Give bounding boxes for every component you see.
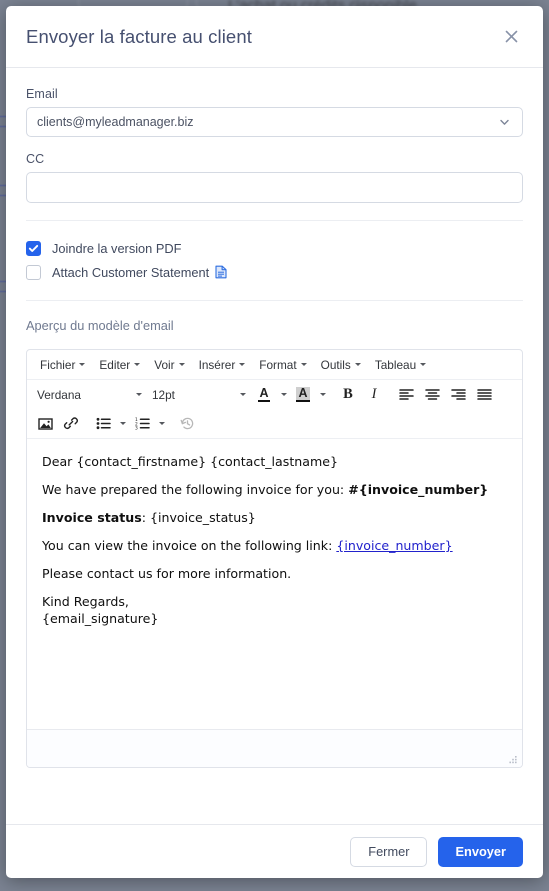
- cc-field-group: CC: [26, 152, 523, 203]
- italic-icon[interactable]: I: [361, 383, 387, 406]
- close-icon[interactable]: [496, 22, 526, 52]
- chevron-down-icon: [354, 363, 361, 366]
- menu-voir-label: Voir: [154, 357, 175, 372]
- email-select[interactable]: clients@myleadmanager.biz: [26, 107, 523, 137]
- menu-inserer[interactable]: Insérer: [192, 355, 253, 375]
- invoice-link[interactable]: {invoice_number}: [336, 538, 452, 553]
- chevron-down-icon: [498, 116, 511, 129]
- editor-toolbar-row-1: Verdana 12pt A A B I: [27, 380, 522, 409]
- checkbox-attach-pdf[interactable]: [26, 240, 41, 256]
- editor-toolbar-row-2: 1 2 3: [27, 409, 522, 439]
- send-invoice-dialog: Envoyer la facture au client Email clien…: [6, 6, 543, 878]
- body-status-value: : {invoice_status}: [141, 510, 256, 525]
- image-icon[interactable]: [32, 412, 58, 435]
- font-size-select[interactable]: 12pt: [147, 385, 251, 405]
- document-icon[interactable]: [215, 265, 227, 279]
- menu-format[interactable]: Format: [252, 355, 313, 375]
- option-attach-pdf[interactable]: Joindre la version PDF: [26, 237, 523, 259]
- body-signoff: Kind Regards,: [42, 594, 129, 609]
- menu-voir[interactable]: Voir: [147, 355, 191, 375]
- menu-outils-label: Outils: [320, 357, 351, 372]
- chevron-down-icon: [79, 363, 86, 366]
- chevron-down-icon: [420, 363, 427, 366]
- email-label: Email: [26, 87, 58, 101]
- attachment-options: Joindre la version PDF Attach Customer S…: [26, 221, 523, 283]
- rich-text-editor: Fichier Editer Voir Insérer Format Outil…: [26, 349, 523, 768]
- bullet-list-icon[interactable]: [90, 412, 116, 435]
- body-greeting: Dear {contact_firstname} {contact_lastna…: [42, 454, 339, 469]
- editor-status-bar: [27, 729, 522, 767]
- menu-format-label: Format: [259, 357, 297, 372]
- align-left-icon[interactable]: [393, 383, 419, 406]
- link-icon[interactable]: [58, 412, 84, 435]
- background-color-chevron-down-icon[interactable]: [316, 383, 329, 406]
- chevron-down-icon: [239, 363, 246, 366]
- body-invoice-line: We have prepared the following invoice f…: [42, 481, 507, 498]
- resize-grip-icon[interactable]: [507, 752, 518, 764]
- text-color-chevron-down-icon[interactable]: [277, 383, 290, 406]
- menu-tableau-label: Tableau: [374, 357, 417, 372]
- chevron-down-icon: [178, 363, 185, 366]
- send-button[interactable]: Envoyer: [438, 836, 523, 867]
- option-attach-statement[interactable]: Attach Customer Statement: [26, 261, 523, 283]
- body-signature: {email_signature}: [42, 611, 159, 626]
- menu-tableau[interactable]: Tableau: [368, 355, 433, 375]
- option-attach-statement-label: Attach Customer Statement: [52, 264, 210, 280]
- align-center-icon[interactable]: [419, 383, 445, 406]
- text-color-icon[interactable]: A: [251, 383, 277, 406]
- chevron-down-icon: [134, 363, 141, 366]
- email-body-content[interactable]: Dear {contact_firstname} {contact_lastna…: [27, 439, 522, 729]
- chevron-down-icon: [136, 393, 142, 396]
- background-color-icon[interactable]: A: [290, 383, 316, 406]
- numbered-list-icon[interactable]: 1 2 3: [129, 412, 155, 435]
- menu-inserer-label: Insérer: [198, 357, 236, 372]
- body-status-line: Invoice status: {invoice_status}: [42, 509, 507, 526]
- body-invoice-prefix: We have prepared the following invoice f…: [42, 482, 349, 497]
- menu-editer[interactable]: Editer: [92, 355, 147, 375]
- body-status-label: Invoice status: [42, 510, 142, 525]
- chevron-down-icon: [240, 393, 246, 396]
- svg-text:3: 3: [135, 426, 138, 430]
- checkbox-attach-statement[interactable]: [26, 264, 41, 280]
- close-button[interactable]: Fermer: [350, 836, 428, 867]
- dialog-footer: Fermer Envoyer: [6, 824, 543, 878]
- menu-fichier[interactable]: Fichier: [33, 355, 92, 375]
- email-field-group: Email clients@myleadmanager.biz: [26, 87, 523, 137]
- menu-fichier-label: Fichier: [40, 357, 76, 372]
- option-attach-pdf-label: Joindre la version PDF: [52, 240, 182, 256]
- dialog-header: Envoyer la facture au client: [6, 6, 543, 68]
- body-link-prefix: You can view the invoice on the followin…: [42, 538, 337, 553]
- email-value: clients@myleadmanager.biz: [37, 115, 194, 129]
- body-link-line: You can view the invoice on the followin…: [42, 537, 507, 554]
- menu-outils[interactable]: Outils: [314, 355, 368, 375]
- body-invoice-number: #{invoice_number}: [348, 482, 489, 497]
- font-size-value: 12pt: [152, 387, 175, 402]
- menu-editer-label: Editer: [99, 357, 131, 372]
- bullet-list-chevron-down-icon[interactable]: [116, 412, 129, 435]
- cc-label: CC: [26, 152, 45, 166]
- align-right-icon[interactable]: [445, 383, 471, 406]
- chevron-down-icon: [300, 363, 307, 366]
- editor-menubar: Fichier Editer Voir Insérer Format Outil…: [27, 350, 522, 380]
- dialog-title: Envoyer la facture au client: [26, 25, 252, 47]
- cc-input[interactable]: [26, 172, 523, 203]
- font-family-select[interactable]: Verdana: [32, 385, 147, 405]
- align-justify-icon[interactable]: [471, 383, 497, 406]
- email-preview-label: Aperçu du modèle d'email: [26, 318, 174, 333]
- numbered-list-chevron-down-icon[interactable]: [155, 412, 168, 435]
- dialog-body: Email clients@myleadmanager.biz CC Joind…: [6, 68, 543, 824]
- font-family-value: Verdana: [37, 387, 81, 402]
- bold-icon[interactable]: B: [335, 383, 361, 406]
- restore-draft-icon[interactable]: [174, 412, 200, 435]
- body-contact-line: Please contact us for more information.: [42, 566, 292, 581]
